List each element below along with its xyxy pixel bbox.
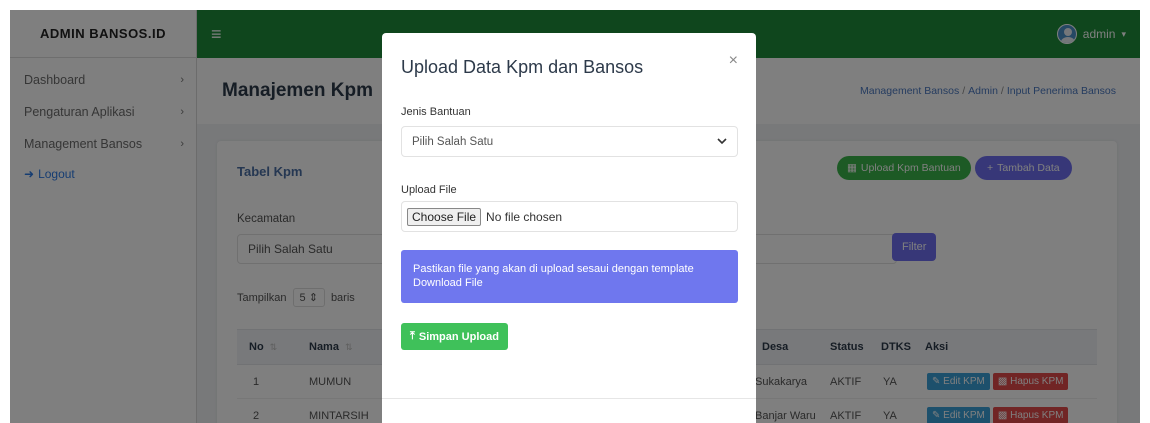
- jenis-bantuan-select[interactable]: Pilih Salah Satu: [401, 126, 738, 157]
- alert-text: Pastikan file yang akan di upload sesaui…: [413, 263, 694, 275]
- modal-title: Upload Data Kpm dan Bansos: [401, 57, 644, 77]
- template-alert: Pastikan file yang akan di upload sesaui…: [401, 250, 738, 303]
- jenis-bantuan-label: Jenis Bantuan: [401, 106, 471, 118]
- file-status: No file chosen: [486, 209, 563, 224]
- jenis-bantuan-value: Pilih Salah Satu: [412, 135, 494, 148]
- choose-file-button[interactable]: Choose File: [407, 207, 482, 226]
- upload-modal: Upload Data Kpm dan Bansos × Jenis Bantu…: [382, 33, 756, 423]
- upload-icon: ⤒: [410, 330, 415, 342]
- download-file-link[interactable]: Download File: [413, 276, 726, 290]
- save-upload-label: Simpan Upload: [418, 330, 499, 343]
- save-upload-button[interactable]: ⤒ Simpan Upload: [401, 323, 508, 350]
- chevron-down-icon: [717, 136, 727, 148]
- modal-footer: [382, 398, 756, 399]
- app-frame: ADMIN BANSOS.ID Dashboard › Pengaturan A…: [10, 10, 1140, 423]
- upload-file-label: Upload File: [401, 184, 457, 196]
- close-icon[interactable]: ×: [729, 52, 738, 70]
- file-input[interactable]: Choose File No file chosen: [401, 201, 738, 232]
